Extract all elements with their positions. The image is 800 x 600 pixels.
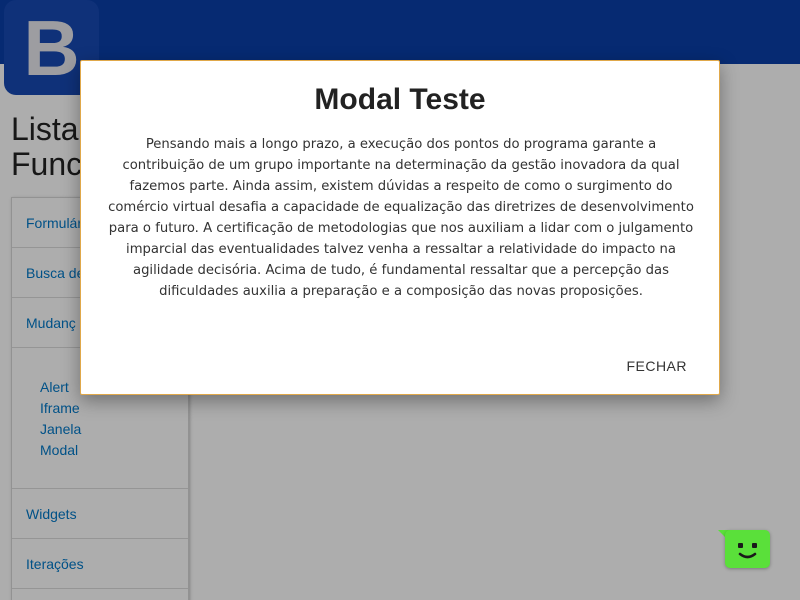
chat-bubble	[725, 530, 770, 568]
modal-body-text: Pensando mais a longo prazo, a execução …	[108, 137, 694, 299]
modal-title: Modal Teste	[314, 83, 486, 116]
chat-widget-button[interactable]	[718, 528, 771, 568]
modal-dialog: Modal Teste Pensando mais a longo prazo,…	[80, 60, 720, 395]
smiley-chat-icon	[738, 543, 757, 559]
close-modal-button[interactable]: FECHAR	[626, 358, 687, 374]
